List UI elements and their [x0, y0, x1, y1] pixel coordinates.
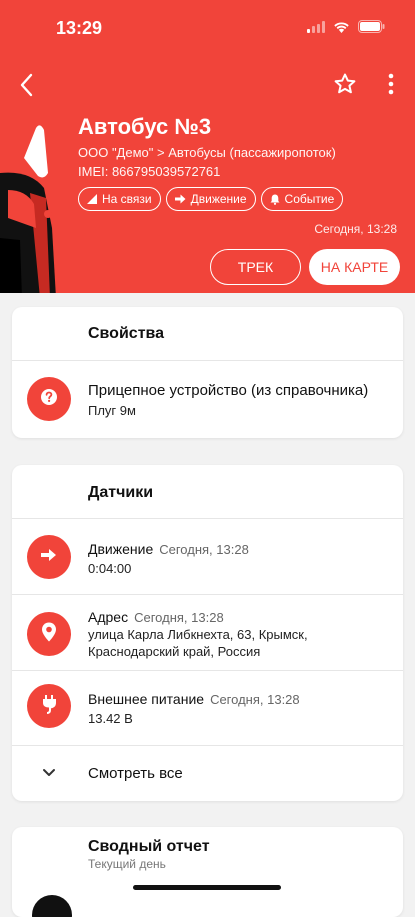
sensor-time: Сегодня, 13:28 — [134, 610, 224, 625]
status-time: 13:29 — [56, 18, 103, 38]
location-pin-icon — [41, 622, 57, 647]
cellular-signal-icon — [307, 20, 325, 38]
show-all-label: Смотреть все — [88, 765, 183, 782]
status-icons — [307, 20, 385, 38]
sensor-time: Сегодня, 13:28 — [210, 692, 300, 707]
chip-online-label: На связи — [102, 192, 152, 206]
home-indicator — [133, 885, 281, 890]
sensor-label: Адрес Сегодня, 13:28 — [88, 609, 224, 625]
sensor-name: Внешнее питание — [88, 691, 205, 707]
divider — [12, 518, 403, 519]
sensor-value: 0:04:00 — [88, 561, 132, 576]
wifi-icon — [333, 20, 350, 38]
divider — [12, 360, 403, 361]
sensors-title: Датчики — [88, 484, 154, 501]
chip-online[interactable]: На связи — [78, 187, 161, 211]
property-label: Прицепное устройство (из справочника) — [88, 382, 369, 399]
chip-event[interactable]: Событие — [260, 187, 344, 211]
vehicle-imei: IMEI: 866795039572761 — [78, 164, 221, 179]
star-icon — [333, 73, 357, 100]
sensor-name: Движение — [88, 541, 154, 557]
question-icon — [40, 388, 58, 411]
vehicle-group-path: ООО "Демо" > Автобусы (пассажиропоток) — [78, 145, 336, 160]
summary-title: Сводный отчет — [88, 838, 210, 855]
divider — [12, 594, 403, 595]
sensor-value: улица Карла Либкнехта, 63, Крымск, Красн… — [88, 627, 308, 659]
divider — [12, 670, 403, 671]
chip-movement[interactable]: Движение — [165, 187, 256, 211]
arrow-right-icon — [174, 194, 186, 204]
vehicle-title: Автобус №3 — [78, 114, 212, 139]
divider — [12, 745, 403, 746]
bus-image — [0, 118, 62, 293]
bell-icon — [270, 194, 280, 205]
sensor-icon-circle — [27, 612, 71, 656]
sensors-card: Датчики Движение Сегодня, 13:28 0:04:00 А… — [12, 465, 403, 801]
favorite-button[interactable] — [333, 72, 357, 96]
more-options-button[interactable] — [384, 72, 398, 98]
status-chips: На связи Движение Событие — [78, 187, 344, 211]
track-button[interactable]: ТРЕК — [210, 249, 301, 285]
summary-subtitle: Текущий день — [88, 857, 166, 871]
arrow-right-icon — [41, 548, 57, 567]
chevron-left-icon — [16, 73, 40, 102]
sensor-label: Внешнее питание Сегодня, 13:28 — [88, 691, 300, 707]
property-value: Плуг 9м — [88, 403, 136, 418]
summary-card: Сводный отчет Текущий день — [12, 827, 403, 917]
sensor-label: Движение Сегодня, 13:28 — [88, 541, 249, 557]
property-icon-circle — [27, 377, 71, 421]
sensor-name: Адрес — [88, 609, 129, 625]
chip-event-label: Событие — [284, 192, 335, 206]
power-plug-icon — [41, 694, 57, 719]
chevron-down-icon — [42, 765, 56, 783]
properties-title: Свойства — [88, 325, 165, 342]
chip-movement-label: Движение — [190, 192, 247, 206]
sensor-value: 13.42 В — [88, 711, 133, 726]
signal-icon — [87, 194, 97, 204]
summary-icon — [32, 895, 72, 917]
sensor-time: Сегодня, 13:28 — [159, 542, 249, 557]
battery-icon — [358, 20, 385, 38]
on-map-button[interactable]: НА КАРТЕ — [309, 249, 400, 285]
back-button[interactable] — [16, 72, 40, 98]
more-vertical-icon — [384, 73, 398, 102]
last-update-time: Сегодня, 13:28 — [314, 222, 397, 236]
properties-card: Свойства Прицепное устройство (из справо… — [12, 307, 403, 438]
status-bar: 13:29 — [0, 0, 415, 52]
sensor-icon-circle — [27, 684, 71, 728]
sensor-icon-circle — [27, 535, 71, 579]
vehicle-header: 13:29 Автобус №3 ООО "Демо" > Автобусы (… — [0, 0, 415, 293]
